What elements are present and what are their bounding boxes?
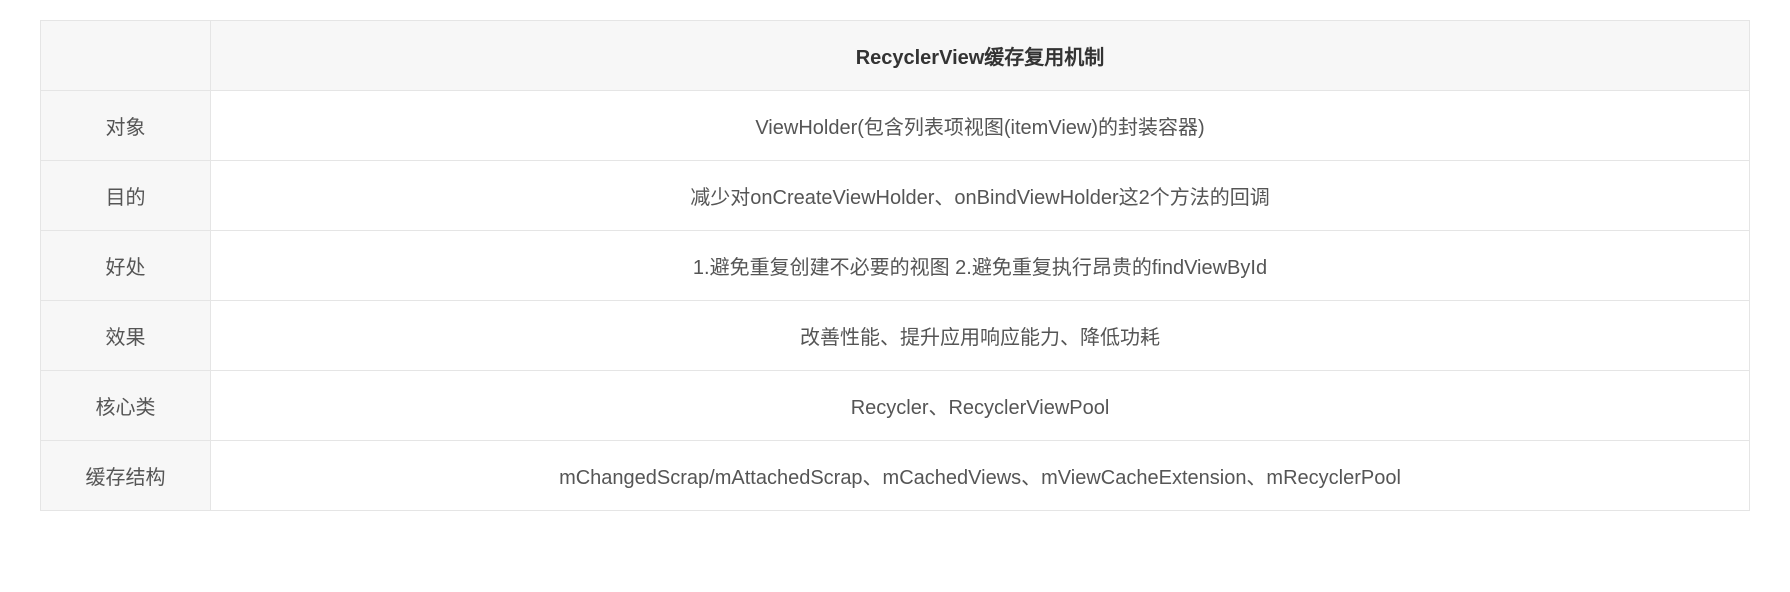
row-value: ViewHolder(包含列表项视图(itemView)的封装容器): [211, 91, 1750, 161]
row-label: 目的: [41, 161, 211, 231]
row-label: 核心类: [41, 371, 211, 441]
row-value: 1.避免重复创建不必要的视图 2.避免重复执行昂贵的findViewById: [211, 231, 1750, 301]
table-row: 缓存结构 mChangedScrap/mAttachedScrap、mCache…: [41, 441, 1750, 511]
header-title: RecyclerView缓存复用机制: [211, 21, 1750, 91]
row-label: 好处: [41, 231, 211, 301]
table-row: 核心类 Recycler、RecyclerViewPool: [41, 371, 1750, 441]
table-row: 目的 减少对onCreateViewHolder、onBindViewHolde…: [41, 161, 1750, 231]
row-value: 改善性能、提升应用响应能力、降低功耗: [211, 301, 1750, 371]
row-label: 对象: [41, 91, 211, 161]
table-header-row: RecyclerView缓存复用机制: [41, 21, 1750, 91]
row-label: 缓存结构: [41, 441, 211, 511]
recyclerview-cache-table: RecyclerView缓存复用机制 对象 ViewHolder(包含列表项视图…: [40, 20, 1750, 511]
table-row: 效果 改善性能、提升应用响应能力、降低功耗: [41, 301, 1750, 371]
row-label: 效果: [41, 301, 211, 371]
table-row: 好处 1.避免重复创建不必要的视图 2.避免重复执行昂贵的findViewByI…: [41, 231, 1750, 301]
row-value: mChangedScrap/mAttachedScrap、mCachedView…: [211, 441, 1750, 511]
table-row: 对象 ViewHolder(包含列表项视图(itemView)的封装容器): [41, 91, 1750, 161]
row-value: 减少对onCreateViewHolder、onBindViewHolder这2…: [211, 161, 1750, 231]
header-empty: [41, 21, 211, 91]
row-value: Recycler、RecyclerViewPool: [211, 371, 1750, 441]
